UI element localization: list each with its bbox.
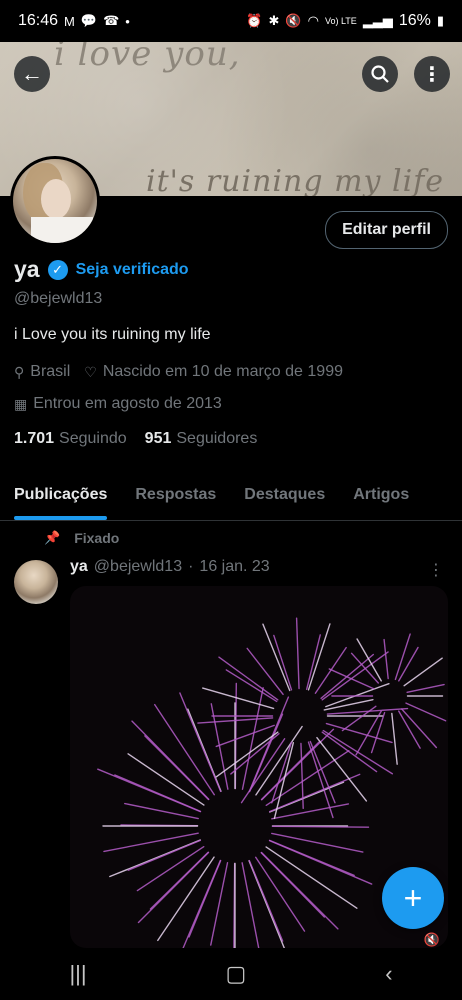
tab-destaques[interactable]: Destaques — [230, 470, 339, 520]
vertical-dots-icon: ⋮ — [422, 63, 442, 86]
search-icon — [371, 65, 389, 83]
profile-avatar[interactable] — [10, 156, 100, 246]
banner-text-2: it's ruining my life — [146, 164, 445, 196]
search-button[interactable] — [362, 56, 398, 92]
birth-date: ♡ Nascido em 10 de março de 1999 — [84, 363, 343, 380]
network-label: Vo) LTE — [324, 16, 357, 26]
get-verified-link[interactable]: Seja verificado — [76, 261, 189, 279]
profile-meta-row-2: ▦ Entrou em agosto de 2013 — [14, 395, 222, 413]
status-bar: 16:46 M 💬 ☎ • ⏰ ✱ 🔇 ◠ Vo) LTE ▂▃▅ 16% ▮ — [0, 0, 462, 42]
compose-post-button[interactable]: + — [382, 867, 444, 929]
battery-icon: ▮ — [436, 13, 444, 28]
back-nav-icon[interactable]: ‹ — [385, 961, 392, 987]
location-pin-icon: ⚲ — [14, 363, 25, 380]
dot-icon: • — [125, 13, 130, 29]
signal-icon: ▂▃▅ — [362, 13, 393, 28]
gmail-icon: M — [64, 13, 75, 29]
post-date: 16 jan. 23 — [199, 558, 270, 575]
post-avatar[interactable] — [14, 560, 58, 604]
message-icon: 💬 — [80, 13, 98, 28]
status-left: 16:46 M 💬 ☎ • — [18, 12, 130, 30]
back-button[interactable]: ← — [14, 56, 50, 92]
follow-stats: 1.701 Seguindo 951 Seguidores — [14, 430, 257, 448]
alarm-icon: ⏰ — [246, 13, 263, 28]
missed-call-icon: ☎ — [103, 13, 120, 28]
profile-meta-row-1: ⚲ Brasil ♡ Nascido em 10 de março de 199… — [14, 363, 343, 381]
followers-link[interactable]: 951 Seguidores — [145, 430, 258, 448]
verified-badge-icon[interactable]: ✓ — [47, 259, 68, 280]
profile-tabs: Publicações Respostas Destaques Artigos — [0, 470, 462, 521]
post-more-icon[interactable]: ⋮ — [428, 560, 444, 580]
profile-handle: @bejewld13 — [14, 290, 103, 307]
post-author-handle: @bejewld13 — [93, 558, 183, 575]
profile-name: ya — [14, 256, 40, 282]
edit-profile-button[interactable]: Editar perfil — [325, 211, 448, 249]
post-header: ya @bejewld13 · 16 jan. 23 — [70, 558, 270, 576]
home-icon[interactable]: ▢ — [226, 961, 247, 987]
wifi-icon: ◠ — [307, 13, 319, 28]
status-right: ⏰ ✱ 🔇 ◠ Vo) LTE ▂▃▅ 16% ▮ — [246, 12, 444, 30]
balloon-icon: ♡ — [84, 363, 97, 380]
profile-bio: i Love you its ruining my life — [14, 326, 211, 343]
clock: 16:46 — [18, 12, 59, 29]
tab-respostas[interactable]: Respostas — [121, 470, 230, 520]
plus-icon: + — [403, 879, 423, 916]
muted-volume-icon[interactable]: 🔇 — [424, 932, 440, 948]
system-navigation-bar: ||| ▢ ‹ — [0, 948, 462, 1000]
post-separator: · — [188, 558, 194, 575]
post-author-name[interactable]: ya — [70, 558, 88, 576]
join-date: ▦ Entrou em agosto de 2013 — [14, 395, 222, 412]
pin-icon: 📌 — [44, 530, 61, 545]
arrow-left-icon: ← — [21, 61, 43, 86]
banner-text-1: i love you, — [54, 42, 241, 74]
following-link[interactable]: 1.701 Seguindo — [14, 430, 127, 448]
mute-status-icon: 🔇 — [285, 13, 302, 28]
tab-artigos[interactable]: Artigos — [339, 470, 423, 520]
battery-percent: 16% — [398, 12, 431, 29]
tab-publicacoes[interactable]: Publicações — [0, 470, 121, 520]
calendar-icon: ▦ — [14, 395, 28, 412]
location: ⚲ Brasil — [14, 363, 71, 380]
name-row: ya ✓ Seja verificado — [14, 256, 189, 283]
more-options-button[interactable]: ⋮ — [414, 56, 450, 92]
bluetooth-icon: ✱ — [268, 13, 280, 28]
recent-apps-icon[interactable]: ||| — [69, 961, 86, 987]
pinned-indicator: 📌 Fixado — [44, 530, 120, 546]
